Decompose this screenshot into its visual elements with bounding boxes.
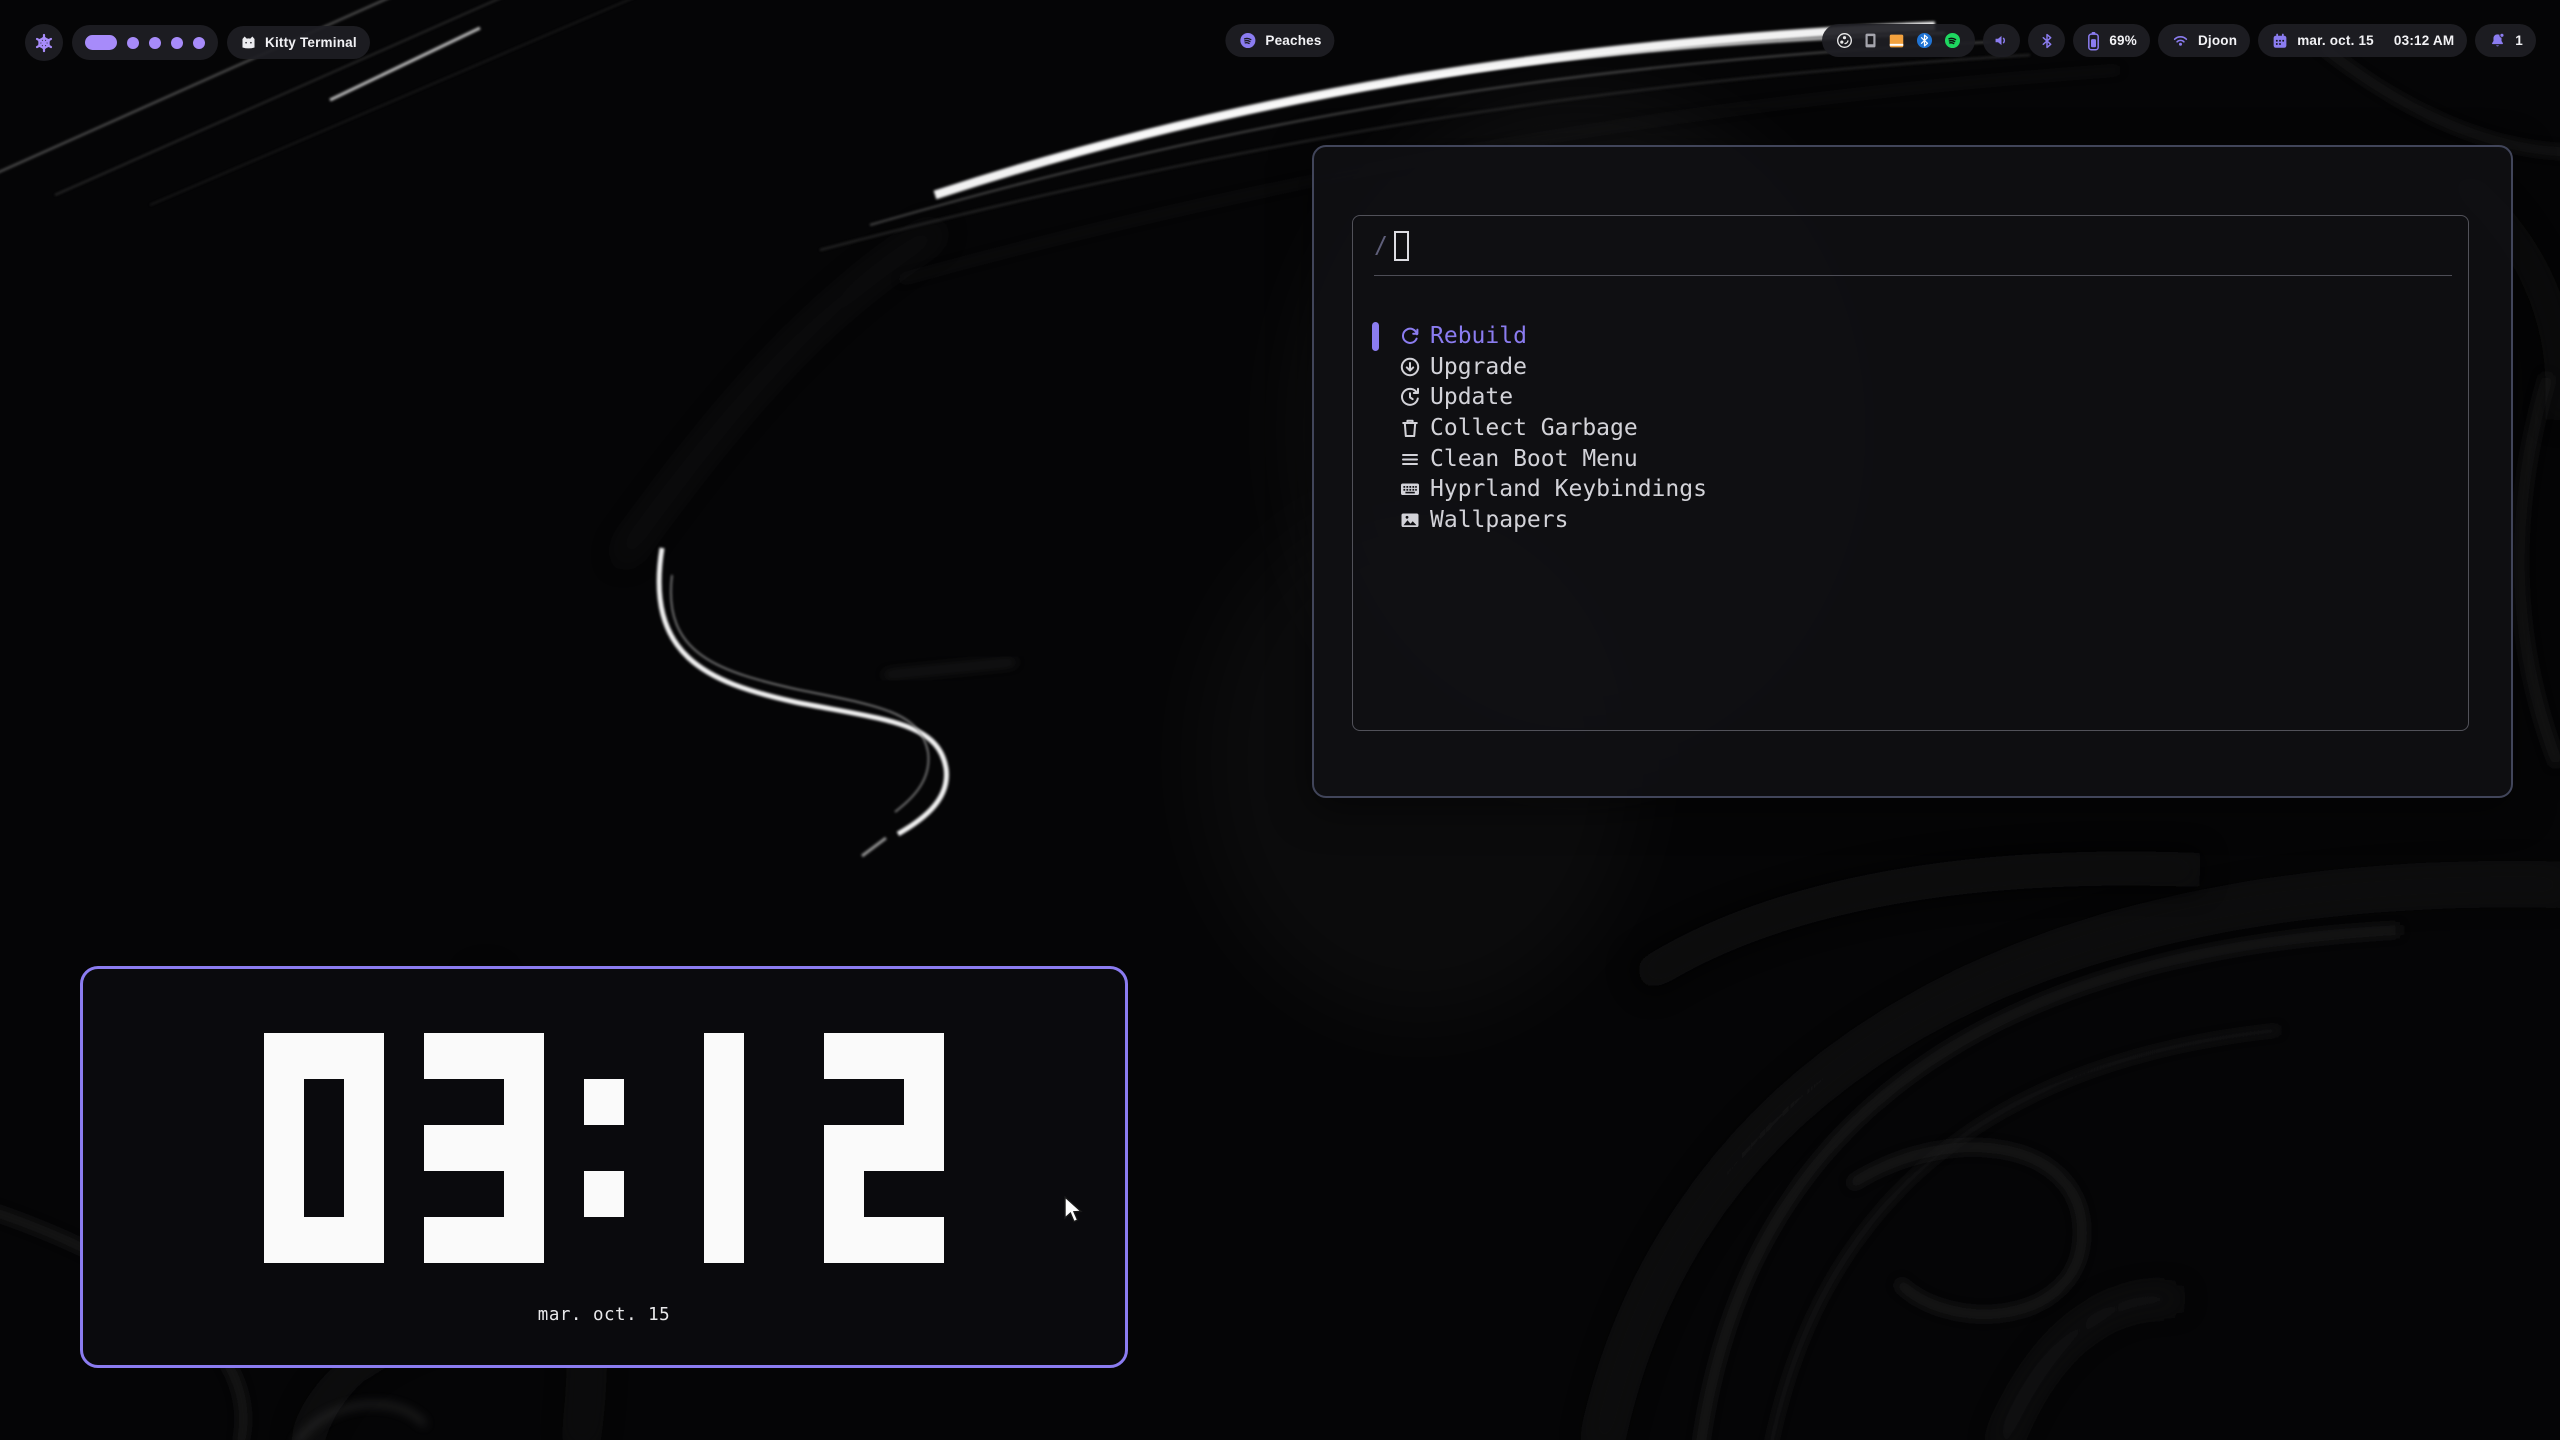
media-title: Peaches xyxy=(1265,33,1321,48)
wifi-icon xyxy=(2171,31,2190,50)
clock-digit-0 xyxy=(264,1033,384,1263)
launcher-item-hyprland-keybindings[interactable]: Hyprland Keybindings xyxy=(1353,474,2468,505)
battery-icon xyxy=(2086,30,2101,52)
desktop: Kitty Terminal Peaches xyxy=(0,0,2560,1440)
launcher-item-update[interactable]: Update xyxy=(1353,382,2468,413)
active-window-pill[interactable]: Kitty Terminal xyxy=(227,26,370,59)
system-tray xyxy=(1822,24,1975,57)
clock-time xyxy=(264,1033,944,1263)
volume-button[interactable] xyxy=(1983,24,2020,57)
list-icon xyxy=(1397,446,1422,471)
battery-percent: 69% xyxy=(2109,33,2137,48)
top-bar-left: Kitty Terminal xyxy=(25,24,370,61)
nix-snowflake-icon xyxy=(33,32,55,54)
launcher-item-label: Clean Boot Menu xyxy=(1430,446,1638,472)
calendar-icon xyxy=(2271,32,2289,50)
bluetooth-icon xyxy=(2038,32,2056,50)
cat-icon xyxy=(240,34,257,51)
device-icon[interactable] xyxy=(1863,32,1878,49)
bluetooth-button[interactable] xyxy=(2028,24,2065,57)
workspace-4[interactable] xyxy=(171,37,183,49)
network-pill[interactable]: Djoon xyxy=(2158,24,2250,57)
spotify-tray-icon[interactable] xyxy=(1943,31,1962,50)
clock-digit-3 xyxy=(424,1033,544,1263)
top-bar-center: Peaches xyxy=(1225,24,1334,57)
launcher-results: Rebuild Upgrade xyxy=(1353,321,2468,535)
clock-digit-2 xyxy=(824,1033,944,1263)
active-window-title: Kitty Terminal xyxy=(265,35,357,50)
mouse-cursor xyxy=(1063,1196,1089,1226)
launcher-box: / Rebuild xyxy=(1352,215,2469,731)
bell-icon xyxy=(2488,31,2507,50)
launcher-item-upgrade[interactable]: Upgrade xyxy=(1353,352,2468,383)
launcher-item-label: Update xyxy=(1430,384,1513,410)
clock-date: mar. oct. 15 xyxy=(538,1305,670,1325)
workspace-3[interactable] xyxy=(149,37,161,49)
launcher-item-label: Wallpapers xyxy=(1430,507,1568,533)
image-icon xyxy=(1397,507,1422,532)
selection-bar xyxy=(1372,322,1379,351)
launcher-item-label: Hyprland Keybindings xyxy=(1430,476,1707,502)
launcher-item-label: Collect Garbage xyxy=(1430,415,1638,441)
nix-menu-button[interactable] xyxy=(25,24,63,61)
launcher-item-clean-boot-menu[interactable]: Clean Boot Menu xyxy=(1353,443,2468,474)
clock-refresh-icon xyxy=(1397,385,1422,410)
launcher-item-label: Rebuild xyxy=(1430,323,1527,349)
battery-pill[interactable]: 69% xyxy=(2073,24,2150,57)
bar-time: 03:12 AM xyxy=(2394,33,2454,48)
launcher-item-wallpapers[interactable]: Wallpapers xyxy=(1353,505,2468,536)
trash-icon xyxy=(1397,416,1422,441)
search-prompt: / xyxy=(1374,233,1388,259)
top-bar-right: 69% Djoon xyxy=(1822,24,2536,57)
bluetooth-tray-icon[interactable] xyxy=(1915,31,1934,50)
workspace-5[interactable] xyxy=(193,37,205,49)
clock-widget: mar. oct. 15 xyxy=(80,966,1128,1368)
launcher-item-collect-garbage[interactable]: Collect Garbage xyxy=(1353,413,2468,444)
workspace-1-active[interactable] xyxy=(85,35,117,50)
media-player-pill[interactable]: Peaches xyxy=(1225,24,1334,57)
spotify-icon xyxy=(1238,31,1257,50)
clock-colon xyxy=(584,1033,624,1263)
launcher-panel: / Rebuild xyxy=(1312,145,2513,798)
launcher-item-label: Upgrade xyxy=(1430,354,1527,380)
keyboard-icon xyxy=(1397,477,1422,502)
reader-icon[interactable] xyxy=(1887,32,1906,50)
notification-count: 1 xyxy=(2515,33,2523,48)
speaker-icon xyxy=(1992,31,2011,50)
launcher-search[interactable]: / xyxy=(1353,216,2468,275)
notifications-pill[interactable]: 1 xyxy=(2475,24,2536,57)
datetime-pill[interactable]: mar. oct. 15 03:12 AM xyxy=(2258,24,2467,57)
launcher-item-rebuild[interactable]: Rebuild xyxy=(1353,321,2468,352)
network-ssid: Djoon xyxy=(2198,33,2237,48)
text-caret xyxy=(1394,231,1409,261)
bar-date: mar. oct. 15 xyxy=(2297,33,2374,48)
clock-digit-1 xyxy=(664,1033,784,1263)
search-separator xyxy=(1374,275,2452,276)
workspace-2[interactable] xyxy=(127,37,139,49)
obs-icon[interactable] xyxy=(1835,31,1854,50)
download-circle-icon xyxy=(1397,354,1422,379)
refresh-icon xyxy=(1397,324,1422,349)
workspace-indicator xyxy=(72,25,218,60)
